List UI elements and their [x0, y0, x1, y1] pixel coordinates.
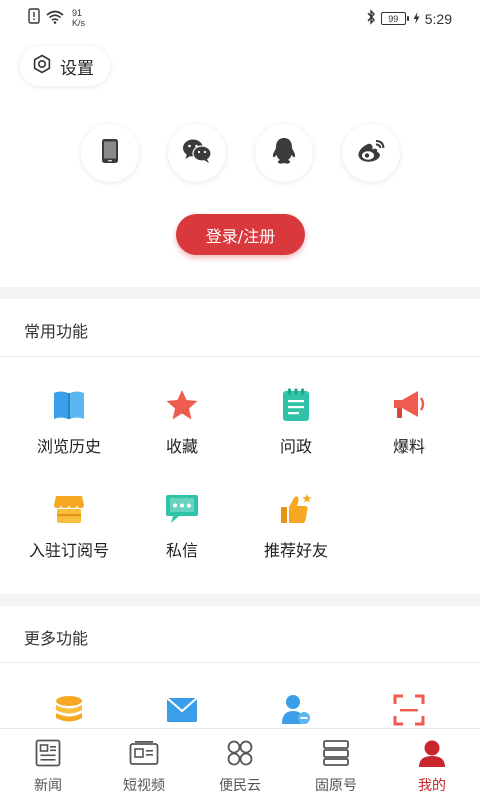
- function-label: 爆料: [392, 437, 425, 456]
- net-speed-value: 91: [72, 8, 83, 18]
- more-function-item[interactable]: [122, 692, 242, 728]
- function-browse-history[interactable]: 浏览历史: [9, 387, 129, 457]
- wechat-login-button[interactable]: [168, 124, 226, 182]
- status-left: 91 K/s: [28, 8, 85, 28]
- section-gap: [0, 287, 480, 299]
- apps-icon: [225, 739, 255, 767]
- battery-level: 99: [388, 13, 399, 24]
- function-recommend-friends[interactable]: 推荐好友: [236, 491, 356, 561]
- nav-label: 我的: [418, 778, 446, 794]
- net-speed-unit: K/s: [72, 18, 86, 28]
- nav-tab-news[interactable]: 新闻: [0, 729, 96, 800]
- section-divider: [0, 356, 480, 357]
- nav-label: 新闻: [34, 778, 62, 794]
- section-gap: [0, 594, 480, 606]
- scan-icon: [391, 692, 427, 728]
- more-functions-title: 更多功能: [24, 629, 89, 648]
- coins-icon: [51, 692, 87, 728]
- bluetooth-icon: [366, 9, 376, 28]
- weibo-icon: [356, 138, 386, 168]
- more-function-item[interactable]: [9, 692, 129, 728]
- qq-icon: [271, 137, 297, 169]
- phone-login-button[interactable]: [81, 124, 139, 182]
- nav-label: 便民云: [219, 778, 261, 794]
- nav-tab-convenience-cloud[interactable]: 便民云: [192, 729, 288, 800]
- phone-icon: [101, 138, 119, 168]
- function-label: 问政: [279, 437, 312, 456]
- function-label: 入驻订阅号: [28, 541, 109, 560]
- thumbs-up-icon: [278, 491, 314, 527]
- wifi-icon: [46, 9, 64, 28]
- net-speed: 91 K/s: [72, 8, 85, 28]
- status-bar: 91 K/s 99 5:29: [0, 0, 480, 36]
- section-divider: [0, 662, 480, 663]
- mail-icon: [164, 692, 200, 728]
- news-icon: [33, 739, 63, 767]
- star-icon: [164, 387, 200, 423]
- nav-label: 短视频: [123, 778, 165, 794]
- more-function-item[interactable]: [349, 692, 469, 728]
- function-label: 推荐好友: [263, 541, 328, 560]
- function-join-subscription[interactable]: 入驻订阅号: [9, 491, 129, 561]
- charging-icon: [413, 11, 420, 27]
- weibo-login-button[interactable]: [342, 124, 400, 182]
- settings-button[interactable]: 设置: [20, 46, 110, 86]
- video-icon: [129, 739, 159, 767]
- wechat-icon: [182, 138, 212, 168]
- layers-icon: [321, 739, 351, 767]
- clock: 5:29: [424, 10, 452, 27]
- more-function-item[interactable]: [236, 692, 356, 728]
- function-label: 私信: [165, 541, 198, 560]
- store-icon: [51, 491, 87, 527]
- function-label: 收藏: [165, 437, 198, 456]
- function-label: 浏览历史: [36, 437, 101, 456]
- settings-label: 设置: [60, 58, 94, 79]
- book-icon: [51, 387, 87, 423]
- gear-icon: [32, 54, 52, 79]
- alert-sim-icon: [28, 8, 40, 28]
- common-functions-title: 常用功能: [24, 322, 89, 341]
- login-register-button[interactable]: 登录/注册: [176, 214, 305, 255]
- chat-icon: [164, 491, 200, 527]
- nav-tab-short-video[interactable]: 短视频: [96, 729, 192, 800]
- bottom-navigation: 新闻 短视频 便民云 固原号 我的: [0, 728, 480, 800]
- social-login-row: [0, 124, 480, 184]
- battery-icon: 99: [380, 12, 409, 25]
- user-icon: [417, 739, 447, 767]
- status-right: 99 5:29: [366, 9, 452, 28]
- function-tip-off[interactable]: 爆料: [349, 387, 469, 457]
- nav-label: 固原号: [315, 778, 357, 794]
- function-favorites[interactable]: 收藏: [122, 387, 242, 457]
- notepad-icon: [278, 387, 314, 423]
- megaphone-icon: [391, 387, 427, 423]
- function-private-message[interactable]: 私信: [122, 491, 242, 561]
- user-minus-icon: [278, 692, 314, 728]
- qq-login-button[interactable]: [255, 124, 313, 182]
- nav-tab-guyuan-account[interactable]: 固原号: [288, 729, 384, 800]
- nav-tab-mine[interactable]: 我的: [384, 729, 480, 800]
- function-inquiry[interactable]: 问政: [236, 387, 356, 457]
- login-register-label: 登录/注册: [205, 226, 276, 246]
